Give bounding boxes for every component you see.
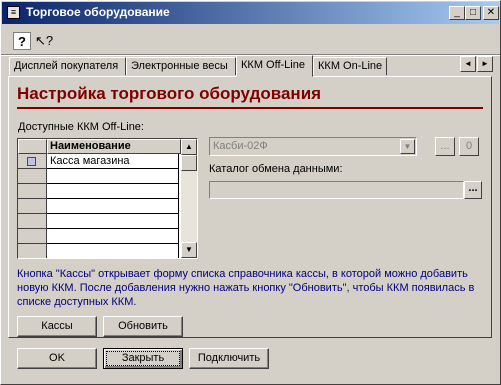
row-marker[interactable] bbox=[18, 154, 47, 169]
table-scrollbar[interactable]: ▲ ▼ bbox=[181, 139, 197, 258]
page-title: Настройка торгового оборудования bbox=[17, 83, 483, 109]
row-marker[interactable] bbox=[18, 244, 47, 258]
help-icon[interactable]: ? bbox=[13, 32, 31, 50]
refresh-button[interactable]: Обновить bbox=[103, 316, 183, 337]
table-row[interactable] bbox=[47, 244, 179, 258]
row-marker[interactable] bbox=[18, 184, 47, 199]
device-clear-button[interactable]: 0 bbox=[459, 137, 479, 156]
available-kkm-label: Доступные ККМ Off-Line: bbox=[18, 121, 144, 133]
catalog-browse-button[interactable]: ... bbox=[464, 181, 482, 199]
tab-electronic-scales[interactable]: Электронные весы bbox=[126, 57, 236, 75]
kkm-table[interactable]: Наименование Касса магазина ▲ ▼ bbox=[17, 138, 198, 259]
window-title: Торговое оборудование bbox=[26, 5, 170, 19]
row-item-icon bbox=[27, 157, 36, 166]
registers-button[interactable]: Кассы bbox=[17, 316, 97, 337]
scroll-up-icon[interactable]: ▲ bbox=[181, 139, 197, 155]
scroll-thumb[interactable] bbox=[181, 155, 197, 171]
row-marker[interactable] bbox=[18, 214, 47, 229]
row-marker[interactable] bbox=[18, 169, 47, 184]
table-row[interactable] bbox=[47, 184, 179, 199]
catalog-label: Каталог обмена данными: bbox=[209, 163, 343, 175]
column-header-name[interactable]: Наименование bbox=[47, 139, 181, 154]
minimize-button[interactable]: _ bbox=[449, 6, 465, 20]
title-bar[interactable]: ≡ Торговое оборудование _ □ ✕ bbox=[2, 2, 499, 24]
table-row[interactable] bbox=[47, 214, 179, 229]
row-marker[interactable] bbox=[18, 199, 47, 214]
row-marker[interactable] bbox=[18, 229, 47, 244]
catalog-path-field[interactable] bbox=[209, 181, 464, 199]
tab-scroll-right-icon[interactable]: ► bbox=[477, 56, 493, 72]
maximize-button[interactable]: □ bbox=[465, 6, 481, 20]
device-settings-button[interactable]: ... bbox=[435, 137, 455, 156]
table-row[interactable] bbox=[47, 169, 179, 184]
device-model-select[interactable]: Касби-02Ф ▼ bbox=[209, 137, 417, 156]
row-header-corner bbox=[18, 139, 47, 154]
window-icon: ≡ bbox=[7, 6, 20, 19]
device-model-value: Касби-02Ф bbox=[213, 140, 268, 152]
table-row[interactable] bbox=[47, 229, 179, 244]
tab-kkm-offline[interactable]: ККМ Off-Line bbox=[236, 55, 313, 77]
tab-customer-display[interactable]: Дисплей покупателя bbox=[9, 57, 126, 75]
info-text: Кнопка "Кассы" открывает форму списка сп… bbox=[17, 268, 475, 308]
table-row[interactable]: Касса магазина bbox=[47, 154, 179, 169]
chevron-down-icon[interactable]: ▼ bbox=[400, 139, 415, 154]
table-row[interactable] bbox=[47, 199, 179, 214]
tab-kkm-online[interactable]: ККМ On-Line bbox=[313, 57, 387, 75]
scroll-down-icon[interactable]: ▼ bbox=[181, 242, 197, 258]
whats-this-icon[interactable]: ↖? bbox=[35, 32, 53, 50]
close-dialog-button[interactable]: Закрыть bbox=[103, 348, 183, 369]
dialog-window: ≡ Торговое оборудование _ □ ✕ ? ↖? Диспл… bbox=[0, 0, 501, 385]
close-button[interactable]: ✕ bbox=[483, 6, 499, 20]
ok-button[interactable]: OK bbox=[17, 348, 97, 369]
tab-scroll-left-icon[interactable]: ◄ bbox=[460, 56, 476, 72]
connect-button[interactable]: Подключить bbox=[189, 348, 269, 369]
